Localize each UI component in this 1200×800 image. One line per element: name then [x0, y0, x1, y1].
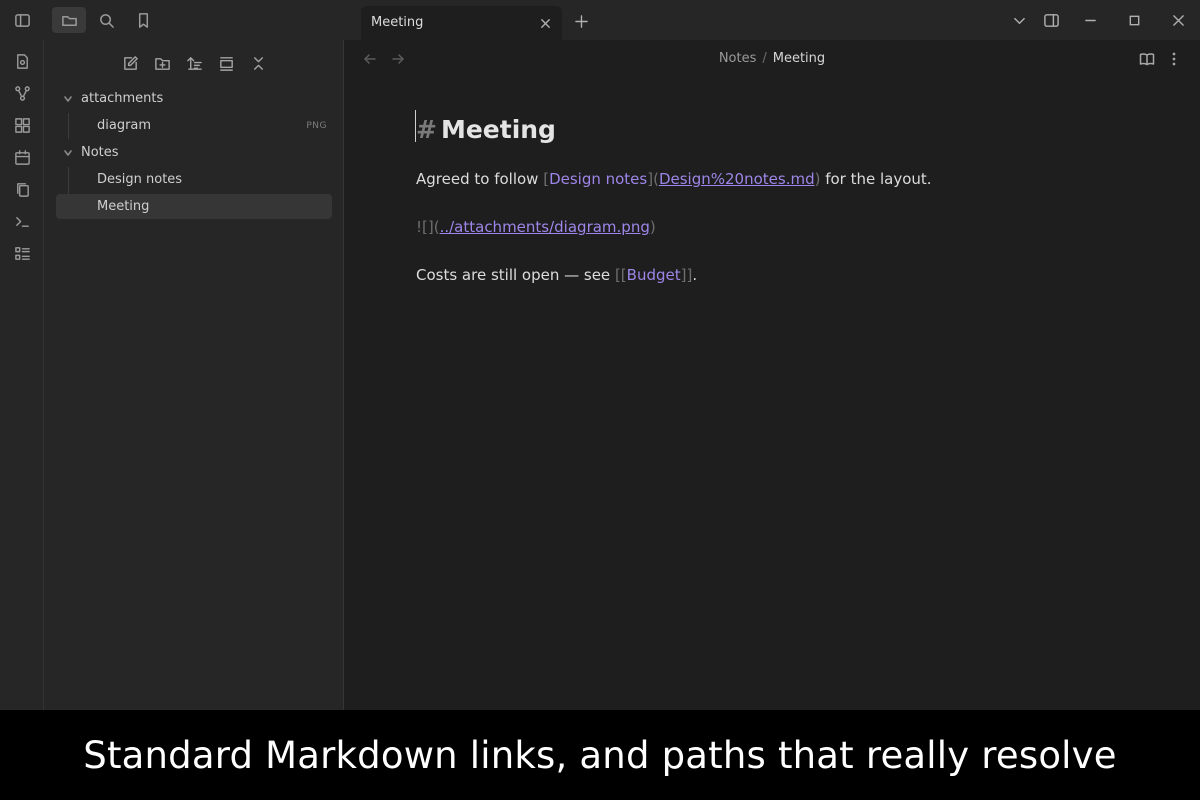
caption-banner: Standard Markdown links, and paths that … [0, 710, 1200, 800]
file-type-badge: PNG [306, 120, 327, 131]
heading-mark: # [416, 115, 437, 144]
md-bracket: ]] [680, 266, 693, 284]
new-tab-plus-icon[interactable] [572, 12, 590, 30]
paragraph-design-link: Agreed to follow [Design notes](Design%2… [416, 170, 932, 188]
more-options-icon[interactable] [1164, 49, 1184, 69]
link-text[interactable]: Design notes [549, 170, 647, 188]
md-bracket: ]( [647, 170, 659, 188]
new-note-icon[interactable] [119, 52, 141, 74]
wikilink-text[interactable]: Budget [627, 266, 681, 284]
breadcrumb-current[interactable]: Meeting [773, 51, 825, 66]
breadcrumb-parent[interactable]: Notes [719, 51, 757, 66]
md-bracket: ) [649, 218, 656, 236]
link-url[interactable]: Design%20notes.md [659, 170, 815, 188]
quick-switcher-icon[interactable] [12, 51, 32, 71]
tree-item-label: attachments [81, 91, 164, 106]
caption-text: Standard Markdown links, and paths that … [83, 733, 1117, 777]
tree-item-label: Design notes [97, 172, 183, 187]
terminal-icon[interactable] [12, 211, 32, 231]
md-bracket: [[ [614, 266, 627, 284]
file-design-notes[interactable]: Design notes [97, 167, 182, 192]
toggle-right-sidebar-icon[interactable] [1041, 10, 1061, 30]
text: Costs are still open — see [416, 266, 615, 284]
sort-icon[interactable] [183, 52, 205, 74]
md-image-prefix: ![]( [416, 218, 440, 236]
reading-view-book-icon[interactable] [1137, 49, 1157, 69]
tree-item-label: diagram [97, 118, 152, 133]
auto-reveal-icon[interactable] [215, 52, 237, 74]
close-window-icon[interactable] [1168, 10, 1188, 30]
minimize-icon[interactable] [1080, 10, 1100, 30]
tree-item-label: Meeting [97, 199, 150, 214]
files-folder-icon[interactable] [52, 7, 86, 33]
text: Agreed to follow [416, 170, 544, 188]
close-tab-icon[interactable] [536, 14, 554, 32]
new-folder-icon[interactable] [151, 52, 173, 74]
chevron-down-icon [62, 93, 74, 105]
tab-title: Meeting [371, 15, 424, 30]
ribbon [0, 40, 44, 710]
title-bar: Meeting [0, 0, 1200, 40]
tab-list-chevron-down-icon[interactable] [1009, 10, 1029, 30]
toggle-sidebar-icon[interactable] [10, 8, 34, 32]
text: for the layout. [820, 170, 932, 188]
image-url[interactable]: ../attachments/diagram.png [440, 218, 650, 236]
folder-attachments[interactable]: attachments [62, 86, 163, 111]
bookmark-icon[interactable] [131, 8, 155, 32]
paragraph-budget-link: Costs are still open — see [[Budget]]. [416, 266, 697, 284]
graph-view-icon[interactable] [12, 83, 32, 103]
collapse-all-icon[interactable] [247, 52, 269, 74]
tree-item-label: Notes [81, 145, 119, 160]
canvas-grid-icon[interactable] [12, 115, 32, 135]
maximize-icon[interactable] [1124, 10, 1144, 30]
tree-guide-line [68, 113, 69, 139]
breadcrumb: Notes / Meeting [344, 51, 1200, 66]
search-icon[interactable] [94, 8, 118, 32]
chevron-down-icon [62, 147, 74, 159]
note-content[interactable]: # Meeting Agreed to follow [Design notes]… [416, 112, 1136, 284]
templates-copy-icon[interactable] [12, 179, 32, 199]
editor-pane: Notes / Meeting # Meeting Agreed to follow … [344, 40, 1200, 710]
tab-meeting[interactable]: Meeting [361, 6, 562, 40]
paragraph-image-embed: ![](../attachments/diagram.png) [416, 218, 656, 236]
calendar-icon[interactable] [12, 147, 32, 167]
file-meeting[interactable]: Meeting [56, 194, 332, 219]
folder-notes[interactable]: Notes [62, 140, 119, 165]
text: . [692, 266, 698, 284]
note-heading: # Meeting [416, 112, 1136, 148]
list-outline-icon[interactable] [12, 243, 32, 263]
file-diagram[interactable]: diagram PNG [97, 113, 327, 138]
heading-text: Meeting [440, 115, 556, 144]
breadcrumb-separator: / [762, 51, 767, 66]
file-explorer: attachments diagram PNG Notes Design not… [44, 40, 344, 710]
